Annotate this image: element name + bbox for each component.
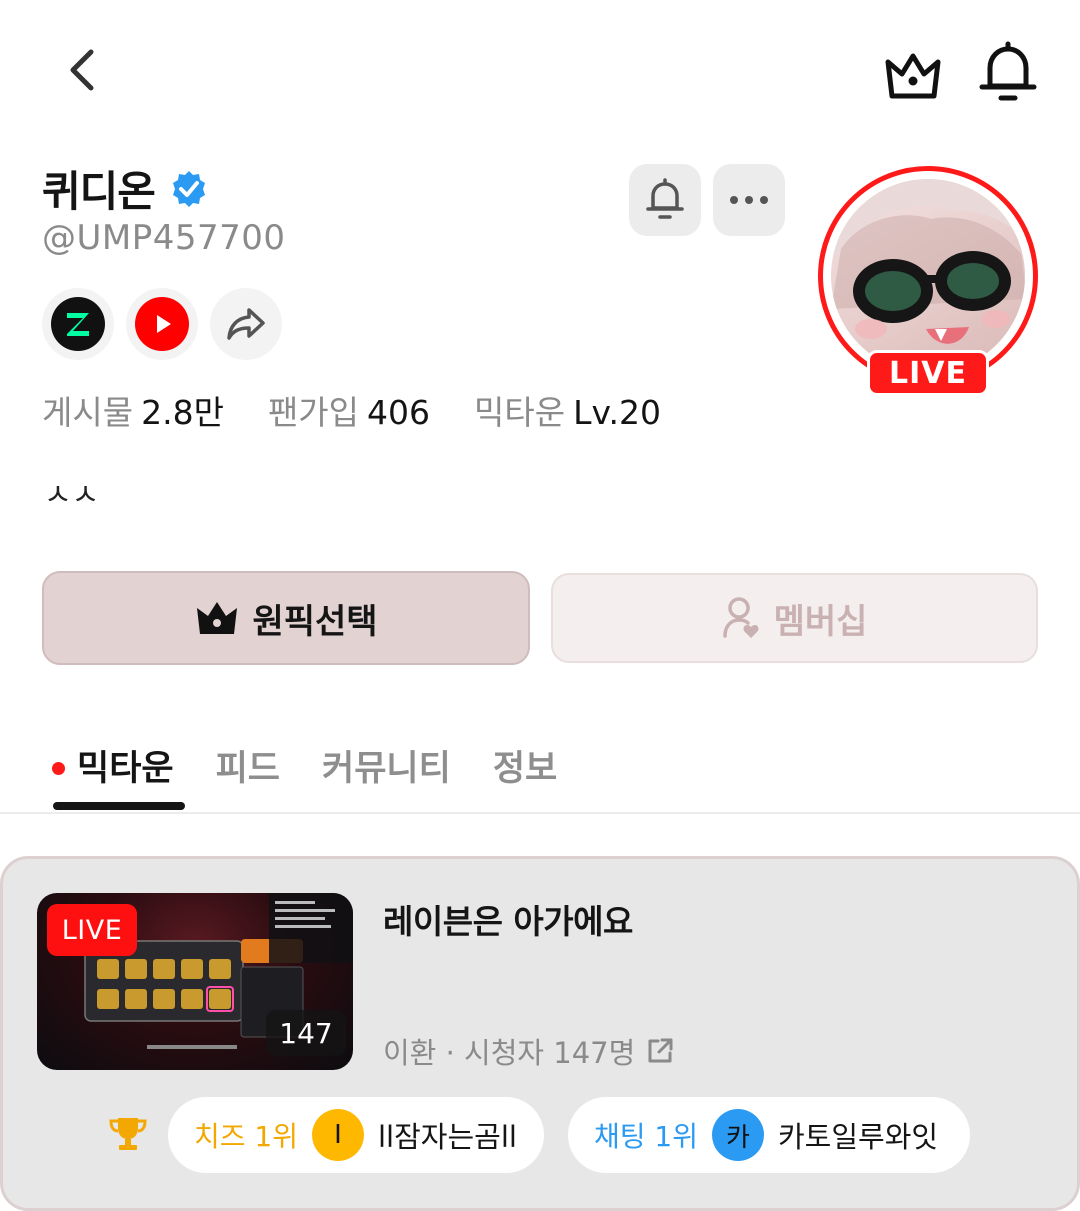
tab-feed[interactable]: 피드 xyxy=(216,740,280,812)
live-dot-icon xyxy=(52,762,65,775)
subscribe-bell-button[interactable] xyxy=(629,164,701,236)
external-link-icon[interactable] xyxy=(645,1036,675,1066)
cheese-rank-name: ll잠자는곰ll xyxy=(378,1120,517,1154)
more-options-button[interactable] xyxy=(713,164,785,236)
live-meta: 이환 · 시청자 147명 xyxy=(383,1030,675,1072)
user-heart-icon xyxy=(722,597,759,638)
live-badge: LIVE xyxy=(867,350,989,396)
active-tab-indicator xyxy=(53,802,185,810)
bell-icon xyxy=(646,178,684,219)
crown-button[interactable] xyxy=(882,46,944,106)
cheese-rank-label: 치즈 1위 xyxy=(194,1120,298,1153)
share-icon xyxy=(227,308,265,340)
cheese-rank-pill[interactable]: 치즈 1위 I ll잠자는곰ll xyxy=(168,1097,544,1173)
cheese-rank-avatar: I xyxy=(312,1109,364,1161)
membership-button-label: 멤버십 xyxy=(773,601,868,642)
profile-name: 퀴디온 xyxy=(42,167,156,216)
tab-community[interactable]: 커뮤니티 xyxy=(322,740,451,812)
tabs-divider xyxy=(0,812,1080,814)
chat-rank-pill[interactable]: 채팅 1위 카 카토일루와잇 xyxy=(568,1097,970,1173)
youtube-link[interactable] xyxy=(126,288,198,360)
back-button[interactable] xyxy=(52,40,112,100)
thumbnail-viewer-count: 147 xyxy=(266,1010,346,1056)
youtube-icon xyxy=(135,297,189,351)
pick-button-label: 원픽선택 xyxy=(252,601,378,642)
stat-level[interactable]: 믹타운 Lv.20 xyxy=(474,386,661,434)
stat-posts[interactable]: 게시물 2.8만 xyxy=(42,386,224,434)
avatar-image xyxy=(831,179,1025,373)
crown-icon xyxy=(885,53,941,99)
avatar-illustration xyxy=(831,179,1025,344)
chzzk-icon xyxy=(51,297,105,351)
thumbnail-live-badge: LIVE xyxy=(47,904,137,956)
chzzk-link[interactable] xyxy=(42,288,114,360)
share-button[interactable] xyxy=(210,288,282,360)
pick-button[interactable]: 원픽선택 xyxy=(42,571,530,665)
crown-icon xyxy=(197,602,238,634)
profile-stats: 게시물 2.8만 팬가입 406 믹타운 Lv.20 xyxy=(42,386,661,434)
trophy-icon xyxy=(109,1118,147,1150)
chat-rank-label: 채팅 1위 xyxy=(594,1120,698,1153)
bell-icon xyxy=(979,41,1037,101)
stat-fans[interactable]: 팬가입 406 xyxy=(268,386,430,434)
more-horizontal-icon xyxy=(730,196,768,204)
verified-badge-icon xyxy=(172,170,205,207)
chat-rank-avatar: 카 xyxy=(712,1109,764,1161)
tab-info[interactable]: 정보 xyxy=(493,740,557,812)
profile-bio: ㅅㅅ xyxy=(44,478,100,513)
live-title[interactable]: 레이븐은 아가에요 xyxy=(383,895,633,943)
chevron-left-icon xyxy=(70,49,94,91)
membership-button[interactable]: 멤버십 xyxy=(551,573,1038,663)
chat-rank-name: 카토일루와잇 xyxy=(778,1120,939,1154)
profile-handle: @UMP457700 xyxy=(42,218,286,258)
live-meta-text: 이환 · 시청자 147명 xyxy=(383,1036,636,1070)
notification-button[interactable] xyxy=(978,40,1038,106)
profile-name-row: 퀴디온 xyxy=(42,158,209,219)
